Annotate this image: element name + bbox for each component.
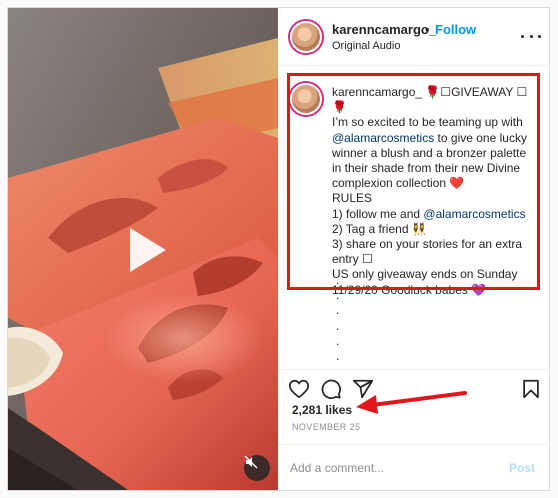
caption-section: karenncamargo_ 🌹☐GIVEAWAY ☐🌹 I’m so exci… (278, 67, 550, 369)
rule-2: 2) Tag a friend 👯‍♀️ (332, 221, 427, 236)
comment-input[interactable] (290, 458, 490, 478)
username-link[interactable]: karenncamargo_ (332, 22, 436, 37)
action-bar (278, 369, 550, 407)
follow-button[interactable]: Follow (435, 22, 476, 37)
rules-title: RULES (332, 191, 373, 206)
post-date[interactable]: NOVEMBER 25 (292, 422, 360, 432)
caption-line2: I’m so excited to be teaming up with (332, 115, 523, 130)
comment-bar: Post (278, 444, 550, 490)
avatar[interactable] (290, 21, 322, 53)
heart-icon[interactable] (288, 378, 310, 400)
rule-3: 3) share on your stories for an extra en… (332, 237, 526, 267)
ellipsis-icon[interactable] (521, 30, 541, 42)
post-video[interactable] (8, 8, 278, 490)
follow-separator: • (425, 22, 430, 37)
post-frame: karenncamargo_ • Follow Original Audio k… (7, 7, 550, 491)
caption-footer: US only giveaway ends on Sunday 11/29/20… (332, 267, 521, 297)
likes-count[interactable]: 2,281 likes (292, 403, 352, 417)
post-comment-button[interactable]: Post (509, 461, 535, 475)
comment-icon[interactable] (320, 378, 342, 400)
caption-author-link[interactable]: karenncamargo_ (332, 85, 422, 99)
mention-link[interactable]: @alamarcosmetics (332, 131, 434, 145)
rule-1-mention-link[interactable]: @alamarcosmetics (423, 207, 525, 221)
speaker-muted-icon (244, 455, 258, 469)
play-icon (130, 228, 166, 272)
rule-1: 1) follow me and (332, 206, 424, 221)
post-details-panel: karenncamargo_ • Follow Original Audio k… (278, 8, 550, 490)
caption-avatar[interactable] (290, 83, 322, 115)
mute-button[interactable] (244, 455, 270, 481)
paper-plane-icon[interactable] (352, 378, 374, 400)
audio-label[interactable]: Original Audio (332, 40, 401, 52)
bookmark-icon[interactable] (520, 378, 542, 400)
caption-text: karenncamargo_ 🌹☐GIVEAWAY ☐🌹 I’m so exci… (332, 85, 536, 298)
caption-dots: . . . . . . . (336, 273, 340, 369)
play-button[interactable] (118, 222, 174, 278)
post-header: karenncamargo_ • Follow Original Audio (278, 8, 550, 66)
